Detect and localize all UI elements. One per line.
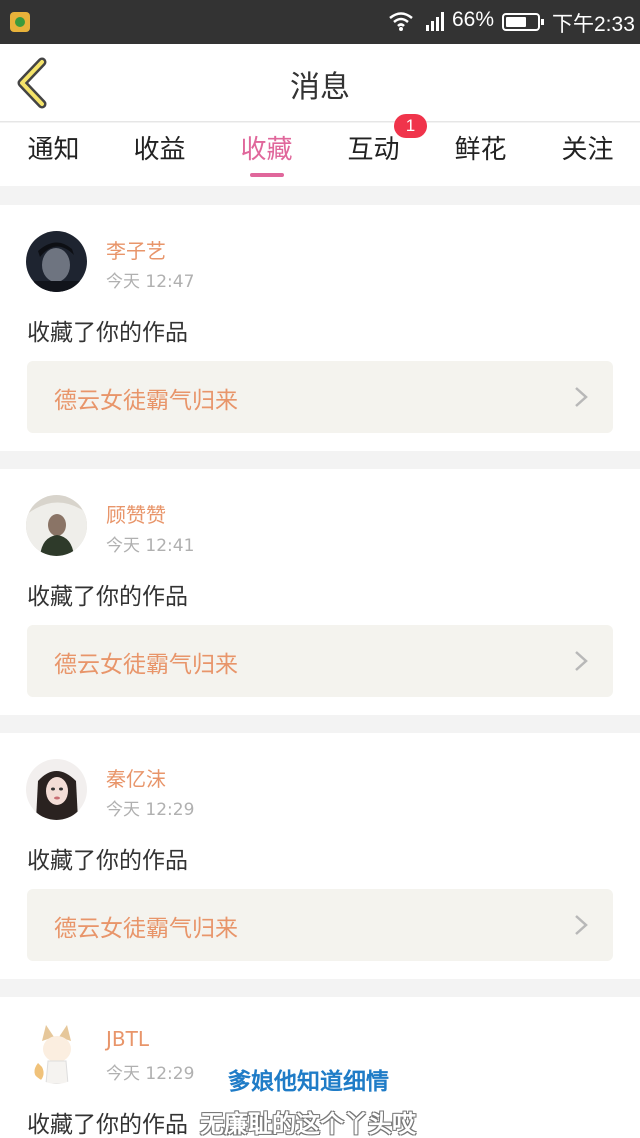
battery-icon xyxy=(502,13,544,31)
tab-earnings[interactable]: 收益 xyxy=(106,123,213,186)
tab-notifications[interactable]: 通知 xyxy=(0,123,107,186)
work-title: 德云女徒霸气归来 xyxy=(54,388,238,414)
avatar[interactable] xyxy=(26,231,87,292)
timestamp: 今天 12:29 xyxy=(106,800,195,820)
page-title: 消息 xyxy=(290,70,350,105)
timestamp: 今天 12:29 xyxy=(106,1064,195,1084)
chevron-right-icon xyxy=(575,387,588,407)
wifi-icon xyxy=(389,12,413,31)
action-text: 收藏了你的作品 xyxy=(27,584,188,610)
battery-fill xyxy=(506,17,526,27)
avatar[interactable] xyxy=(26,759,87,820)
chevron-right-icon xyxy=(575,915,588,935)
user-name[interactable]: 顾赞赞 xyxy=(106,499,166,528)
subtitle-line-2: 无廉耻的这个丫头哎 xyxy=(200,1110,416,1138)
interactions-badge: 1 xyxy=(394,114,427,138)
work-link[interactable]: 德云女徒霸气归来 xyxy=(27,361,613,433)
clock: 下午2:33 xyxy=(552,13,635,36)
action-text: 收藏了你的作品 xyxy=(27,848,188,874)
signal-icon xyxy=(426,12,444,31)
work-link[interactable]: 德云女徒霸气归来 xyxy=(27,889,613,961)
list-item: 顾赞赞 今天 12:41 收藏了你的作品 德云女徒霸气归来 xyxy=(0,469,640,715)
work-title: 德云女徒霸气归来 xyxy=(54,916,238,942)
header: 消息 xyxy=(0,44,640,122)
battery-percent: 66% xyxy=(452,8,495,31)
tab-flowers[interactable]: 鲜花 xyxy=(427,123,534,186)
app-notification-icon xyxy=(10,12,30,32)
user-name[interactable]: JBTL xyxy=(106,1027,149,1051)
work-title: 德云女徒霸气归来 xyxy=(54,652,238,678)
avatar[interactable] xyxy=(26,495,87,556)
work-link[interactable]: 德云女徒霸气归来 xyxy=(27,625,613,697)
user-name[interactable]: 秦亿沫 xyxy=(106,763,166,792)
tab-favorites[interactable]: 收藏 xyxy=(213,123,320,186)
tab-follows[interactable]: 关注 xyxy=(534,123,640,186)
chevron-right-icon xyxy=(575,651,588,671)
tab-bar: 通知 收益 收藏 互动 鲜花 关注 xyxy=(0,123,640,186)
subtitle-line-1: 爹娘他知道细情 xyxy=(228,1069,389,1095)
list-item: 李子艺 今天 12:47 收藏了你的作品 德云女徒霸气归来 xyxy=(0,205,640,451)
user-name[interactable]: 李子艺 xyxy=(106,235,166,264)
action-text: 收藏了你的作品 xyxy=(27,1112,188,1138)
action-text: 收藏了你的作品 xyxy=(27,320,188,346)
timestamp: 今天 12:47 xyxy=(106,272,195,292)
avatar[interactable] xyxy=(26,1023,87,1084)
status-bar: 66% 下午2:33 xyxy=(0,0,640,44)
list-item: 秦亿沫 今天 12:29 收藏了你的作品 德云女徒霸气归来 xyxy=(0,733,640,979)
timestamp: 今天 12:41 xyxy=(106,536,195,556)
